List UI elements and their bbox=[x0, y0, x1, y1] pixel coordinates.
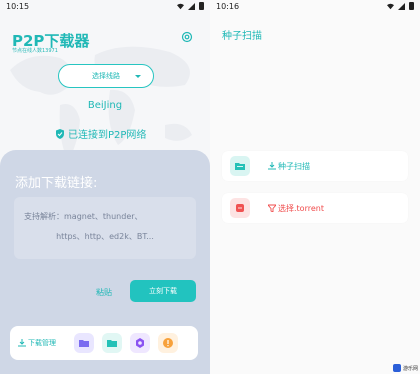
seed-scan-label-wrap: 种子扫描 bbox=[268, 161, 310, 172]
info-button[interactable] bbox=[158, 333, 178, 353]
download-manager-label: 下载管理 bbox=[28, 339, 56, 347]
watermark-logo-icon bbox=[392, 364, 401, 372]
city-label: BeiJing bbox=[87, 100, 123, 111]
download-icon bbox=[268, 162, 276, 170]
status-time: 10:15 bbox=[6, 2, 30, 11]
filter-icon bbox=[268, 204, 276, 212]
select-route-button[interactable]: 选择线路 bbox=[58, 64, 154, 88]
folder-icon bbox=[234, 162, 245, 170]
battery-icon bbox=[199, 2, 204, 10]
connection-status: 已连接到P2P网络 bbox=[55, 126, 146, 141]
download-icon bbox=[18, 339, 26, 347]
chevron-down-icon bbox=[135, 75, 141, 78]
seed-scan-label: 种子扫描 bbox=[278, 161, 310, 171]
link-input[interactable]: 支持解析：magnet、thunder、 https、http、ed2k、BT.… bbox=[14, 197, 196, 259]
folder-icon-wrap bbox=[230, 156, 250, 176]
folder-open-button[interactable] bbox=[74, 333, 94, 353]
battery-icon bbox=[409, 2, 414, 10]
settings-button[interactable] bbox=[130, 333, 150, 353]
page-title: 种子扫描 bbox=[222, 31, 262, 42]
gear-icon bbox=[136, 338, 144, 348]
file-icon-wrap bbox=[230, 198, 250, 218]
watermark: 游乐网 bbox=[392, 364, 418, 372]
status-icons bbox=[177, 2, 204, 10]
online-count: 节点在线人数13971 bbox=[12, 48, 58, 54]
left-screen: 10:15 P2P下载器 节点在线人数13971 选择线路 BeiJing 已连… bbox=[0, 0, 210, 374]
settings-gear-icon[interactable] bbox=[181, 31, 193, 43]
input-placeholder-line1: 支持解析：magnet、thunder、 bbox=[24, 212, 143, 221]
route-label: 选择线路 bbox=[92, 72, 120, 80]
signal-icon bbox=[398, 2, 405, 10]
wifi-icon bbox=[387, 3, 394, 9]
folder-icon bbox=[106, 339, 117, 347]
folder-open-icon bbox=[78, 339, 89, 347]
status-icons bbox=[387, 2, 414, 10]
watermark-text: 游乐网 bbox=[402, 365, 418, 372]
wifi-icon bbox=[177, 3, 184, 9]
add-link-title: 添加下载链接: bbox=[15, 176, 98, 191]
seed-scan-button[interactable]: 种子扫描 bbox=[222, 151, 408, 181]
status-time: 10:16 bbox=[216, 2, 240, 11]
directory-button[interactable] bbox=[102, 333, 122, 353]
download-now-button[interactable]: 立刻下载 bbox=[130, 280, 196, 302]
status-bar: 10:15 bbox=[0, 0, 210, 16]
paste-button[interactable]: 粘贴 bbox=[96, 287, 112, 298]
connection-status-text: 已连接到P2P网络 bbox=[68, 130, 147, 141]
download-manager-button[interactable]: 下载管理 bbox=[18, 338, 56, 348]
signal-icon bbox=[188, 2, 195, 10]
exclamation-icon bbox=[163, 338, 173, 348]
select-torrent-label: 选择.torrent bbox=[278, 203, 324, 213]
red-file-icon bbox=[236, 204, 244, 212]
select-torrent-button[interactable]: 选择.torrent bbox=[222, 193, 408, 223]
right-screen: 10:16 种子扫描 种子扫描 选择.torrent 游乐网 bbox=[210, 0, 420, 374]
select-torrent-label-wrap: 选择.torrent bbox=[268, 203, 324, 214]
input-placeholder-line2: https、http、ed2k、BT... bbox=[56, 232, 154, 241]
shield-check-icon bbox=[56, 128, 64, 139]
bottom-toolbar: 下载管理 bbox=[10, 326, 198, 360]
status-bar: 10:16 bbox=[210, 0, 420, 16]
screenshot-root: 10:15 P2P下载器 节点在线人数13971 选择线路 BeiJing 已连… bbox=[0, 0, 420, 374]
